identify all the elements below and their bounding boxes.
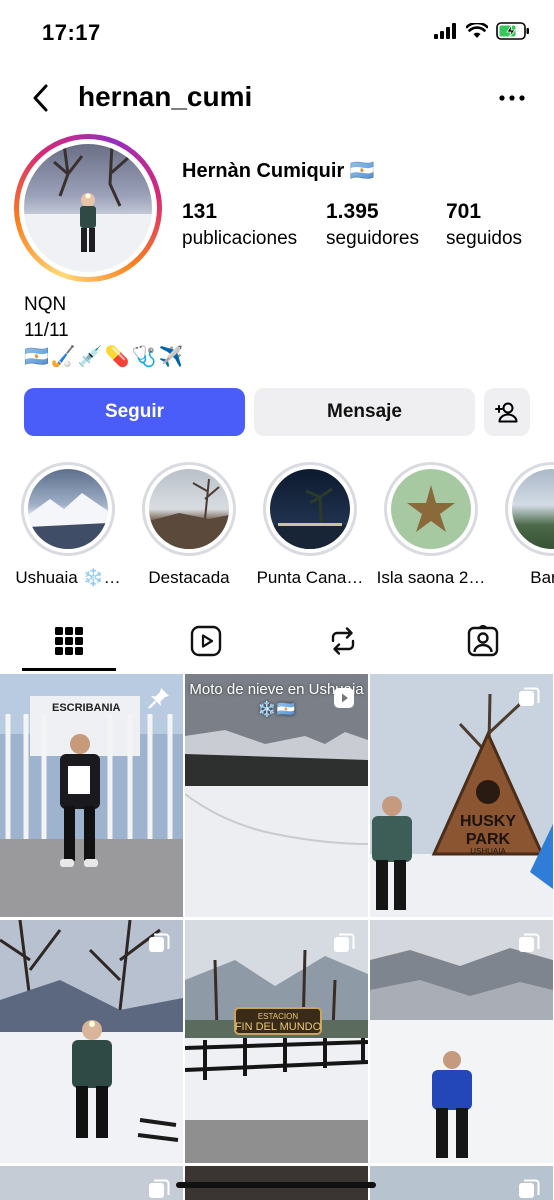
post-image: ESTACION FIN DEL MUNDO [185, 920, 368, 1163]
bio-line: 🇦🇷🏑💉💊🩺✈️ [24, 346, 186, 368]
follow-button[interactable]: Seguir [24, 388, 245, 436]
home-indicator[interactable] [176, 1182, 376, 1188]
tagged-icon [467, 625, 499, 657]
stat-following-label: seguidos [446, 228, 523, 249]
stat-followers[interactable]: 1.395 seguidores [326, 200, 419, 250]
highlight-label: Punta Cana… [256, 568, 364, 587]
post-image [370, 920, 553, 1163]
highlight-label: Ushuaia ❄️… [15, 568, 121, 587]
avatar-story-ring[interactable] [14, 134, 162, 282]
post-tile[interactable] [370, 1166, 553, 1200]
message-button[interactable]: Mensaje [254, 388, 475, 436]
station-sign-line: ESTACION [258, 1012, 299, 1021]
stat-following[interactable]: 701 seguidos [446, 200, 522, 250]
carousel-icon [149, 1179, 170, 1198]
highlight-thumbnail [149, 478, 229, 549]
signal-icon [434, 23, 456, 39]
highlight-punta-cana[interactable]: Punta Cana… [252, 462, 368, 588]
stat-followers-label: seguidores [326, 228, 419, 249]
carousel-icon [519, 687, 540, 706]
status-time: 17:17 [42, 20, 101, 45]
carousel-icon [519, 933, 540, 952]
highlight-label: Barilo [530, 568, 554, 587]
tab-reposts[interactable] [293, 612, 393, 670]
status-bar: 17:17 [0, 0, 554, 70]
stat-followers-value: 1.395 [326, 200, 379, 223]
post-image [0, 920, 183, 1163]
highlight-bariloche[interactable]: Barilo [494, 462, 554, 588]
bio-line: 11/11 [24, 320, 69, 341]
building-sign-text: ESCRIBANIA [52, 702, 121, 714]
station-sign-line: FIN DEL MUNDO [235, 1021, 322, 1033]
avatar-photo [24, 144, 152, 272]
carousel-icon [334, 933, 355, 952]
status-icons [434, 22, 530, 40]
highlight-ushuaia[interactable]: Ushuaia ❄️… [10, 462, 126, 588]
carousel-icon [149, 933, 170, 952]
post-image: HUSKY PARK USHUAIA [370, 674, 553, 917]
bio-line: NQN [24, 294, 67, 315]
highlight-thumbnail [270, 487, 350, 549]
highlight-label: Isla saona 2… [376, 568, 486, 587]
highlight-thumbnail [407, 485, 455, 532]
stat-posts-value: 131 [182, 200, 218, 223]
carousel-icon [519, 1179, 540, 1198]
post-tile[interactable] [0, 1166, 183, 1200]
battery-charging-icon [496, 22, 529, 40]
profile-tabs [0, 612, 554, 672]
avatar [24, 144, 152, 272]
profile-display-name: Hernàn Cumiquir 🇦🇷 [182, 160, 375, 182]
stat-posts[interactable]: 131 publicaciones [182, 200, 297, 250]
post-tile[interactable]: HUSKY PARK USHUAIA [370, 674, 553, 917]
add-person-icon [495, 402, 518, 423]
profile-bio: NQN 11/11 🇦🇷🏑💉💊🩺✈️ [24, 292, 185, 370]
tab-reels[interactable] [156, 612, 256, 670]
reposts-icon [331, 627, 355, 655]
story-highlights: Ushuaia ❄️… Destacada Punta Cana… Isla s… [0, 462, 554, 592]
post-tile[interactable]: Moto de nieve en Ushuaia ❄️🇦🇷 [185, 674, 368, 917]
husky-sign-line: HUSKY [460, 813, 516, 830]
husky-sign-line: PARK [466, 831, 511, 848]
stat-following-value: 701 [446, 200, 482, 223]
posts-grid: ESCRIBANIA Moto de nieve en Ushuaia ❄️🇦🇷… [0, 674, 554, 1200]
grid-icon [55, 627, 83, 655]
tab-posts-grid[interactable] [19, 612, 119, 670]
pin-icon [148, 688, 169, 709]
post-image: ESCRIBANIA [0, 674, 183, 917]
highlight-label: Destacada [148, 568, 230, 587]
back-arrow-icon[interactable] [26, 80, 56, 116]
stat-posts-label: publicaciones [182, 228, 298, 249]
post-tile[interactable] [370, 920, 553, 1163]
highlight-isla-saona[interactable]: Isla saona 2… [373, 462, 489, 588]
username-title: hernan_cumi [78, 81, 253, 112]
active-tab-indicator [22, 668, 116, 671]
profile-header: hernan_cumi [0, 72, 554, 126]
highlight-destacada[interactable]: Destacada [131, 462, 247, 588]
husky-sign-line: USHUAIA [470, 847, 506, 856]
more-options-icon[interactable] [498, 84, 526, 112]
tab-tagged[interactable] [433, 612, 533, 670]
post-tile[interactable]: ESTACION FIN DEL MUNDO [185, 920, 368, 1163]
suggest-users-button[interactable] [484, 388, 530, 436]
reel-icon [334, 688, 354, 708]
post-tile[interactable] [0, 920, 183, 1163]
post-tile[interactable]: ESCRIBANIA [0, 674, 183, 917]
reels-icon [190, 625, 222, 657]
highlight-thumbnail [28, 493, 108, 549]
wifi-icon [466, 23, 488, 38]
